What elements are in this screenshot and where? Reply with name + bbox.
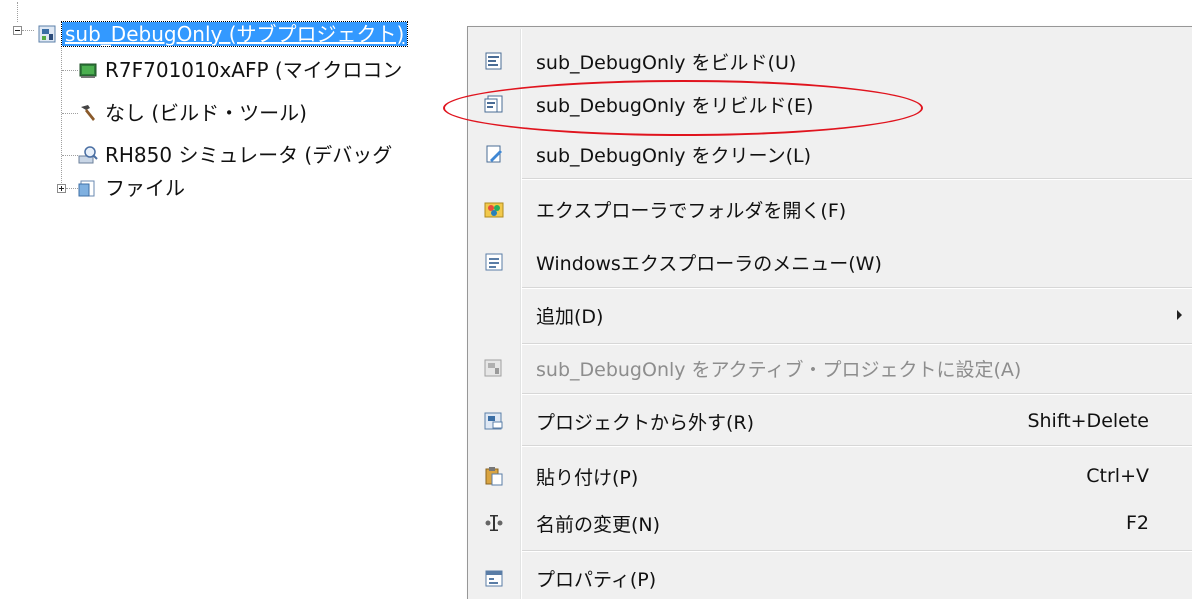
menu-item-label: 名前の変更(N)	[536, 513, 661, 536]
clean-icon	[484, 144, 504, 164]
folder-icon	[78, 178, 98, 198]
active-project-icon	[484, 358, 504, 378]
menu-item-clean[interactable]: sub_DebugOnly をクリーン(L)	[470, 130, 1192, 178]
menu-item-shortcut: F2	[1125, 512, 1149, 534]
menu-item-label: 追加(D)	[536, 305, 604, 328]
remove-project-icon	[484, 411, 504, 431]
tree-item-microcontroller[interactable]: R7F701010xAFP (マイクロコン	[78, 56, 405, 84]
rename-icon	[484, 513, 504, 533]
tree-item-label: なし (ビルド・ツール)	[105, 101, 307, 125]
tree-item-label: R7F701010xAFP (マイクロコン	[105, 58, 403, 82]
menu-item-build[interactable]: sub_DebugOnly をビルド(U)	[470, 37, 1192, 85]
menu-item-label: プロジェクトから外す(R)	[536, 411, 755, 434]
microcontroller-icon	[78, 60, 98, 80]
menu-item-label: エクスプローラでフォルダを開く(F)	[536, 199, 847, 222]
tree-expand-toggle[interactable]	[57, 184, 66, 193]
menu-item-properties[interactable]: プロパティ(P)	[470, 554, 1192, 599]
menu-item-label: sub_DebugOnly をビルド(U)	[536, 51, 797, 74]
menu-item-label: 貼り付け(P)	[536, 466, 639, 489]
subproject-icon	[38, 24, 58, 44]
project-tree: sub_DebugOnly (サブプロジェクト) R7F701010xAFP (…	[0, 0, 480, 260]
menu-item-rename[interactable]: 名前の変更(N) F2	[470, 499, 1192, 547]
menu-item-shortcut: Shift+Delete	[1027, 410, 1149, 432]
tree-item-build-tool[interactable]: なし (ビルド・ツール)	[78, 99, 310, 127]
tree-collapse-toggle[interactable]	[13, 26, 22, 35]
menu-item-windows-explorer-menu[interactable]: Windowsエクスプローラのメニュー(W)	[470, 238, 1192, 286]
tree-item-files[interactable]: ファイル	[78, 174, 188, 202]
submenu-arrow-icon	[1177, 310, 1182, 320]
windows-menu-icon	[484, 252, 504, 272]
debug-tool-icon	[78, 145, 98, 165]
menu-item-paste[interactable]: 貼り付け(P) Ctrl+V	[470, 452, 1192, 500]
tree-item-root[interactable]: sub_DebugOnly (サブプロジェクト)	[38, 20, 409, 48]
paste-icon	[484, 466, 504, 486]
tree-item-debug-tool[interactable]: RH850 シミュレータ (デバッグ	[78, 141, 395, 169]
menu-item-label: sub_DebugOnly をクリーン(L)	[536, 144, 812, 167]
menu-item-label: sub_DebugOnly をアクティブ・プロジェクトに設定(A)	[536, 358, 1022, 381]
menu-item-label: プロパティ(P)	[536, 568, 657, 591]
menu-item-set-active-project: sub_DebugOnly をアクティブ・プロジェクトに設定(A)	[470, 344, 1192, 392]
context-menu: sub_DebugOnly をビルド(U) sub_DebugOnly をリビル…	[467, 26, 1192, 599]
menu-item-open-in-explorer[interactable]: エクスプローラでフォルダを開く(F)	[470, 185, 1192, 233]
menu-item-shortcut: Ctrl+V	[1086, 465, 1149, 487]
properties-icon	[484, 568, 504, 588]
hammer-icon	[78, 103, 98, 123]
menu-item-label: Windowsエクスプローラのメニュー(W)	[536, 252, 882, 275]
menu-item-add[interactable]: 追加(D)	[470, 291, 1192, 339]
screenshot-stage: sub_DebugOnly (サブプロジェクト) R7F701010xAFP (…	[0, 0, 1192, 599]
explorer-folder-icon	[484, 199, 504, 219]
menu-item-remove-from-project[interactable]: プロジェクトから外す(R) Shift+Delete	[470, 397, 1192, 445]
rebuild-icon	[484, 94, 504, 114]
tree-item-label[interactable]: sub_DebugOnly (サブプロジェクト)	[60, 21, 409, 47]
build-icon	[484, 51, 504, 71]
tree-item-label: RH850 シミュレータ (デバッグ	[105, 143, 393, 167]
tree-item-label: ファイル	[105, 176, 185, 200]
menu-item-label: sub_DebugOnly をリビルド(E)	[536, 94, 814, 117]
menu-item-rebuild[interactable]: sub_DebugOnly をリビルド(E)	[470, 80, 1192, 128]
